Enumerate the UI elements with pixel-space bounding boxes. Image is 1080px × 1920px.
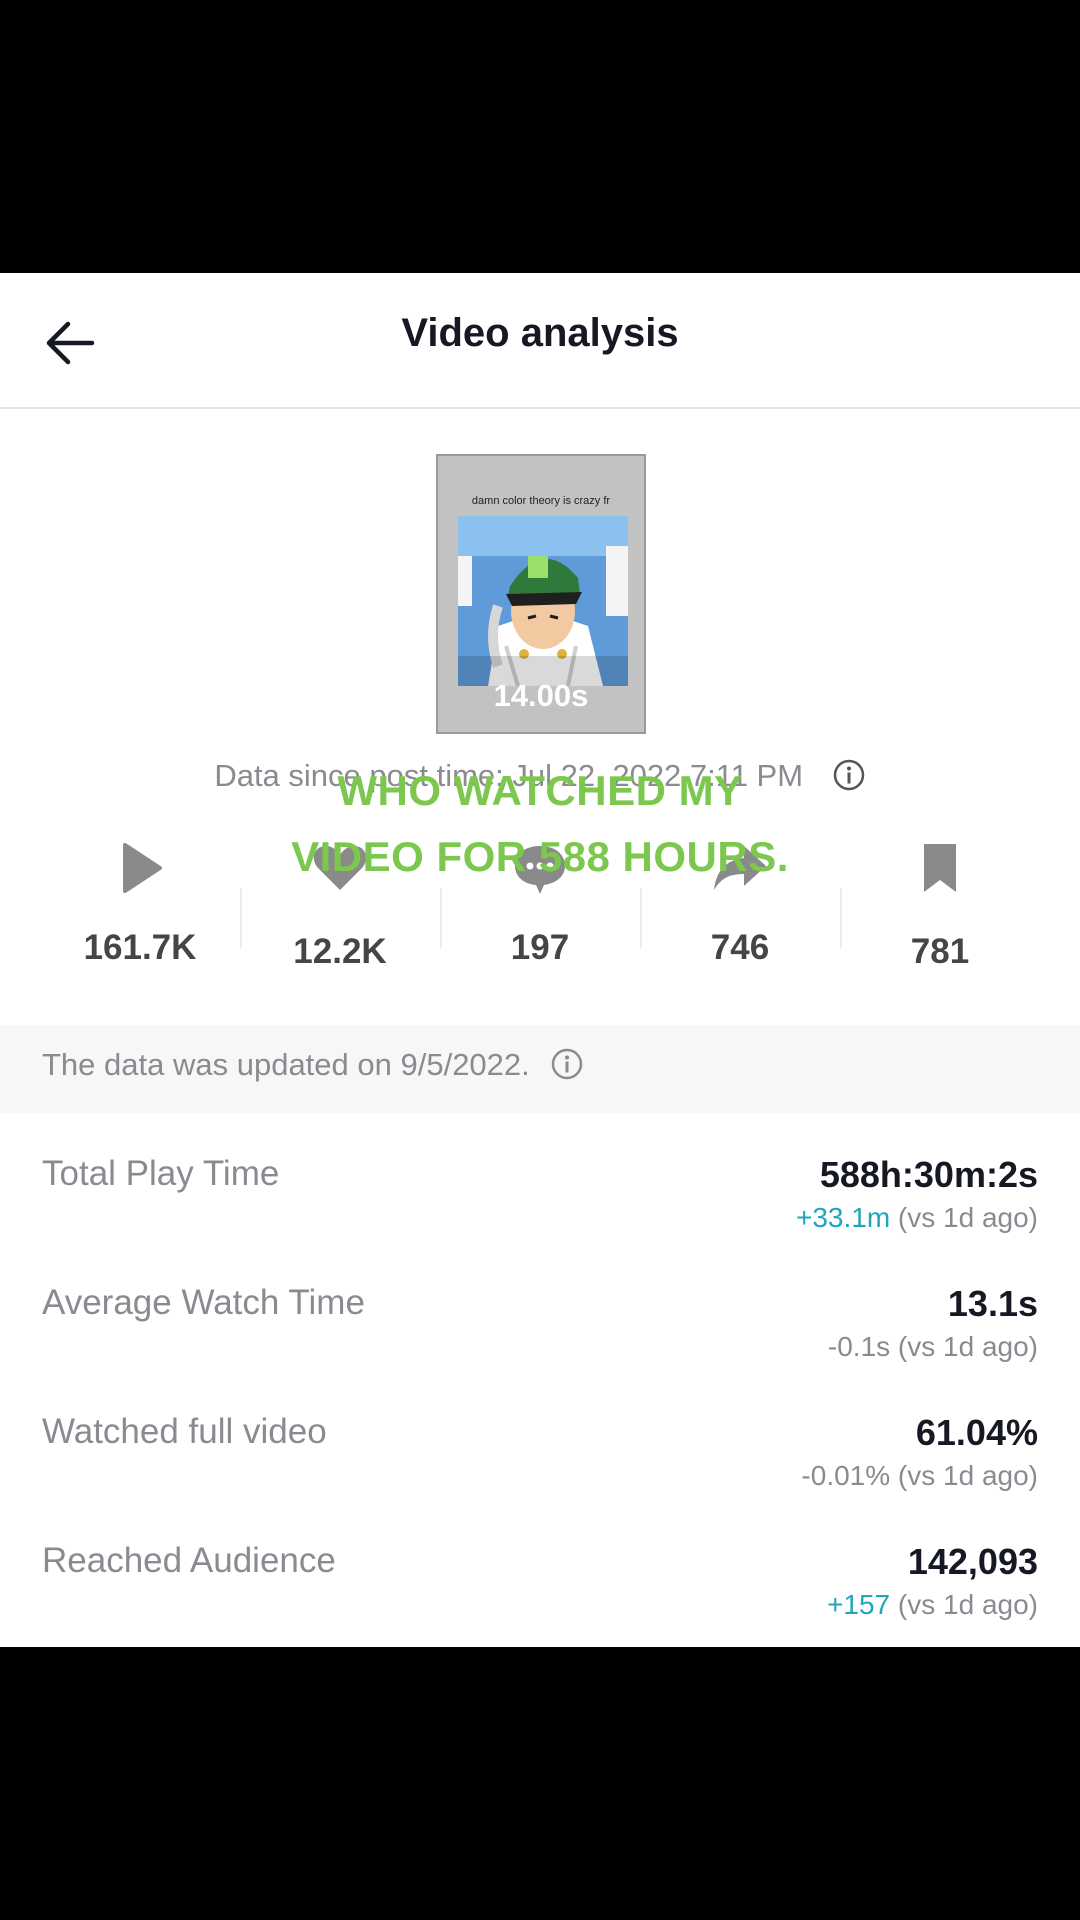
metric-compare: (vs 1d ago): [897, 1589, 1038, 1620]
metric-value: 13.1s: [947, 1283, 1038, 1324]
metric-value: 61.04%: [915, 1412, 1038, 1453]
likes-count: 12.2K: [293, 932, 387, 971]
metric-value: 142,093: [907, 1541, 1038, 1582]
metric-label: Total Play Time: [42, 1154, 280, 1193]
metric-change: +33.1m: [795, 1202, 891, 1233]
notice-row: The data was updated on 9/5/2022.: [42, 1047, 584, 1083]
metric-label: Average Watch Time: [42, 1283, 365, 1322]
views-count: 161.7K: [83, 928, 197, 967]
metric-change: -0.01%: [801, 1460, 891, 1491]
metric-delta: +33.1m (vs 1d ago): [796, 1202, 1038, 1234]
header: Video analysis: [0, 273, 1080, 409]
video-analysis-screen: Video analysis damn color theory is craz…: [0, 273, 1080, 1647]
metric-value: 588h:30m:2s: [819, 1154, 1038, 1195]
page-title: Video analysis: [401, 311, 679, 355]
data-updated-notice: The data was updated on 9/5/2022.: [0, 1025, 1080, 1113]
metric-average-watch-time: Average Watch Time 13.1s -0.1s (vs 1d ag…: [0, 1283, 1080, 1403]
video-duration: 14.00s: [493, 678, 589, 713]
metric-compare: (vs 1d ago): [897, 1460, 1038, 1491]
shares-count: 746: [710, 928, 770, 967]
metric-delta: -0.01% (vs 1d ago): [801, 1460, 1038, 1492]
saves-count: 781: [910, 932, 970, 971]
metric-reached-audience: Reached Audience 142,093 +157 (vs 1d ago…: [0, 1541, 1080, 1647]
comments-count: 197: [510, 928, 570, 967]
metric-total-play-time: Total Play Time 588h:30m:2s +33.1m (vs 1…: [0, 1154, 1080, 1274]
metric-compare: (vs 1d ago): [897, 1202, 1038, 1233]
metric-change: -0.1s: [827, 1331, 891, 1362]
caption-overlay-line-1: WHO WATCHED MY: [337, 767, 743, 814]
video-thumbnail[interactable]: damn color theory is crazy fr 14.00s: [436, 454, 646, 734]
notice-text: The data was updated on 9/5/2022.: [42, 1047, 530, 1082]
metric-label: Watched full video: [42, 1412, 327, 1451]
thumbnail-caption: damn color theory is crazy fr: [471, 495, 611, 507]
metric-label: Reached Audience: [42, 1541, 336, 1580]
metric-delta: +157 (vs 1d ago): [827, 1589, 1038, 1621]
metric-watched-full-video: Watched full video 61.04% -0.01% (vs 1d …: [0, 1412, 1080, 1532]
metric-change: +157: [827, 1589, 891, 1620]
metric-compare: (vs 1d ago): [897, 1331, 1038, 1362]
info-icon[interactable]: [550, 1047, 584, 1081]
thumbnail-artwork: [458, 516, 628, 686]
caption-overlay-line-2: VIDEO FOR 588 HOURS.: [291, 833, 789, 880]
metric-delta: -0.1s (vs 1d ago): [828, 1331, 1038, 1363]
